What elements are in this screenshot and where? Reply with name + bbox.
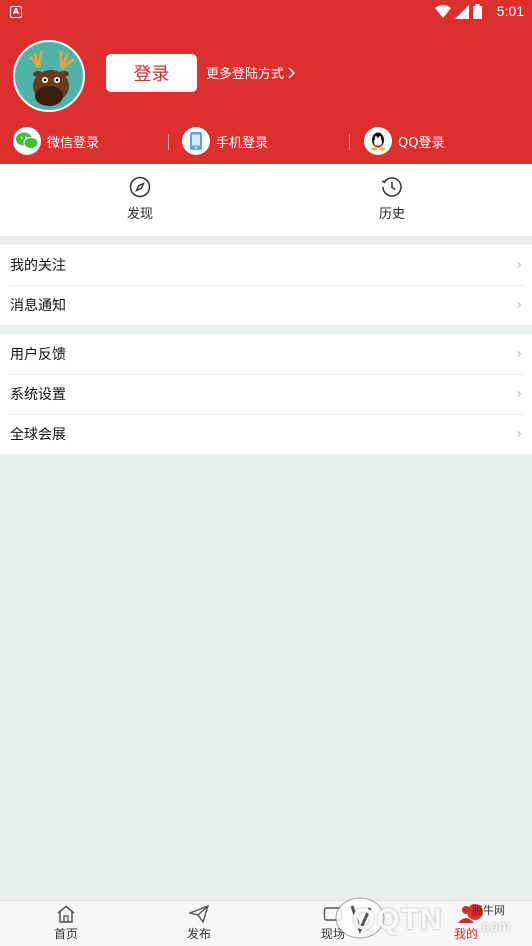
watermark-suffix: .com — [478, 918, 511, 935]
chevron-right-icon: › — [516, 386, 522, 402]
quick-links: 发现 历史 — [0, 164, 532, 236]
moose-avatar-icon — [29, 50, 75, 106]
bottom-tab-bar: 首页 发布 现场 我的 — [0, 900, 532, 946]
chevron-right-icon: › — [516, 426, 522, 442]
tab-publish[interactable]: 发布 — [169, 905, 229, 942]
tab-label: 我的 — [453, 927, 478, 941]
menu-item-label: 用户反馈 — [10, 347, 66, 363]
signal-icon — [455, 4, 469, 19]
wifi-icon — [435, 4, 451, 18]
live-icon — [323, 907, 343, 921]
history-button[interactable]: 历史 — [352, 176, 432, 222]
chevron-right-icon: › — [516, 257, 522, 273]
history-icon — [381, 177, 402, 197]
menu-item-global-expo[interactable]: 全球会展 › — [0, 414, 532, 454]
qq-login-label: QQ登录 — [398, 135, 445, 151]
discover-button[interactable]: 发现 — [100, 176, 180, 222]
login-methods: 微信登录 手机登录 QQ登录 — [0, 124, 532, 160]
phone-icon — [182, 127, 210, 155]
chevron-right-icon: › — [516, 297, 522, 313]
divider — [168, 134, 169, 150]
avatar[interactable] — [13, 40, 85, 112]
more-login-label: 更多登陆方式 — [206, 67, 285, 82]
compass-icon — [129, 176, 151, 198]
menu-item-notifications[interactable]: 消息通知 › — [0, 285, 532, 325]
divider — [349, 134, 350, 150]
menu-item-label: 我的关注 — [10, 258, 66, 274]
watermark-text: QQTN — [352, 903, 443, 936]
menu-item-label: 系统设置 — [10, 387, 66, 403]
qq-login-button[interactable]: QQ登录 — [364, 127, 444, 155]
menu-group-2: 用户反馈 › 系统设置 › 全球会展 › — [0, 334, 532, 454]
menu-item-label: 消息通知 — [10, 298, 66, 314]
chevron-right-icon: › — [516, 346, 522, 362]
history-label: 历史 — [378, 207, 405, 222]
send-icon — [189, 905, 209, 923]
phone-login-label: 手机登录 — [216, 135, 269, 151]
qq-icon — [364, 127, 392, 155]
menu-item-feedback[interactable]: 用户反馈 › — [0, 334, 532, 374]
clock: 5:01 — [496, 3, 524, 19]
login-button[interactable]: 登录 — [106, 54, 197, 92]
discover-label: 发现 — [126, 207, 153, 222]
chevron-right-icon — [288, 66, 296, 79]
battery-icon — [473, 4, 482, 19]
profile-header: 登录 更多登陆方式 微信登录 手机登录 QQ登录 — [0, 24, 532, 164]
tab-label: 发布 — [186, 927, 211, 941]
wechat-login-button[interactable]: 微信登录 — [13, 127, 99, 155]
wechat-icon — [13, 127, 41, 155]
status-bar: A 5:01 — [0, 0, 532, 24]
home-icon — [57, 905, 75, 923]
tab-home[interactable]: 首页 — [36, 905, 96, 942]
tab-label: 现场 — [320, 927, 345, 941]
menu-item-label: 全球会展 — [10, 427, 66, 443]
menu-group-1: 我的关注 › 消息通知 › — [0, 245, 532, 325]
watermark-site: 腾牛网 — [472, 904, 505, 917]
more-login-link[interactable]: 更多登陆方式 — [206, 63, 296, 82]
menu-item-settings[interactable]: 系统设置 › — [0, 374, 532, 414]
menu-item-following[interactable]: 我的关注 › — [0, 245, 532, 285]
status-icons — [435, 4, 482, 19]
wechat-login-label: 微信登录 — [47, 135, 100, 151]
phone-login-button[interactable]: 手机登录 — [182, 127, 268, 155]
tab-label: 首页 — [53, 927, 78, 941]
notification-icon: A — [10, 6, 22, 18]
